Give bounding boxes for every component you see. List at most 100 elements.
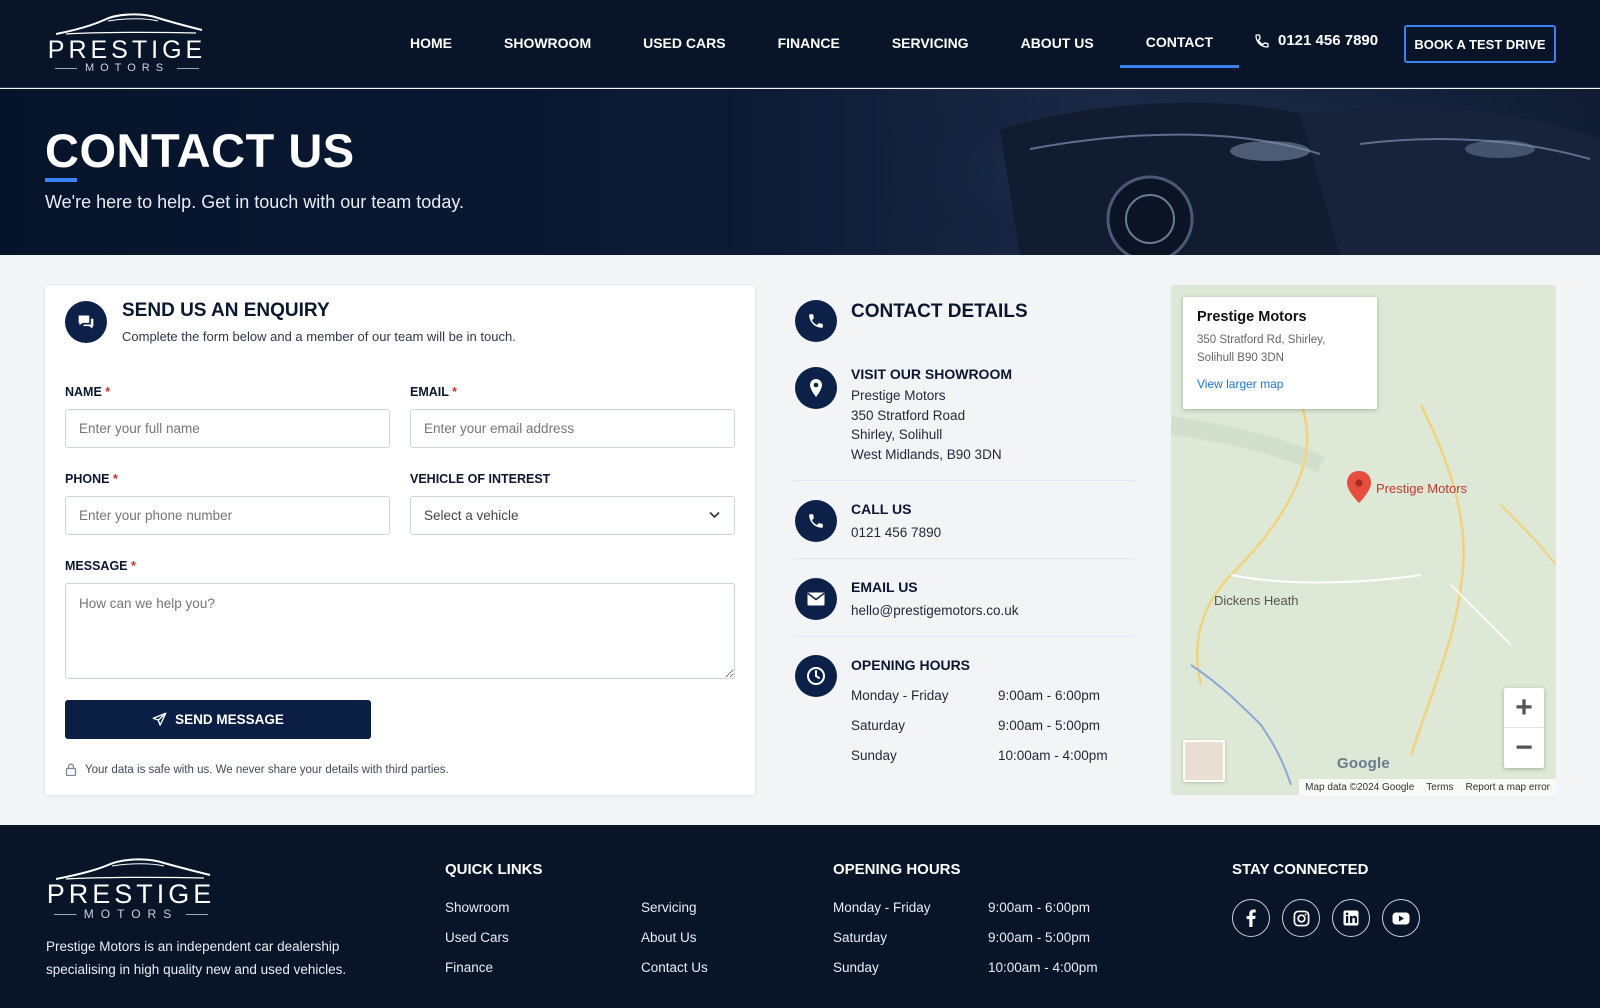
vehicle-select[interactable]: Select a vehicle (410, 496, 735, 535)
hours-row: Monday - Friday 9:00am - 6:00pm (851, 688, 1101, 703)
page-title: CONTACT US (45, 124, 355, 177)
footer-hours-day: Sunday (833, 960, 879, 975)
details-divider (793, 636, 1135, 637)
phone-icon (795, 500, 837, 542)
message-label: MESSAGE * (65, 559, 136, 573)
email-title: EMAIL US (851, 579, 918, 595)
footer-hours-time: 10:00am - 4:00pm (988, 960, 1098, 975)
map-info-title: Prestige Motors (1197, 309, 1307, 325)
footer-hours-time: 9:00am - 5:00pm (988, 930, 1091, 945)
contact-details: CONTACT DETAILS VISIT OUR SHOWROOM Prest… (793, 285, 1135, 795)
hours-row: Saturday 9:00am - 5:00pm (851, 718, 1101, 733)
hours-title: OPENING HOURS (851, 657, 971, 673)
enquiry-form-card: SEND US AN ENQUIRY Complete the form bel… (45, 285, 755, 795)
send-message-label: SEND MESSAGE (175, 712, 284, 727)
email-address[interactable]: hello@prestigemotors.co.uk (851, 601, 1019, 621)
location-pin-icon (795, 367, 837, 409)
site-logo[interactable]: PRESTIGE MOTORS (46, 10, 216, 76)
details-title: CONTACT DETAILS (851, 301, 1028, 322)
footer-logo[interactable]: PRESTIGE MOTORS (46, 855, 216, 921)
hero-car-image (880, 89, 1600, 255)
instagram-icon[interactable] (1282, 899, 1320, 937)
map-report-link[interactable]: Report a map error (1466, 782, 1550, 793)
footer-logo-wordmark: PRESTIGE (46, 879, 216, 909)
facebook-icon[interactable] (1232, 899, 1270, 937)
title-underline (45, 178, 77, 182)
map-attribution: Map data ©2024 Google Terms Report a map… (1299, 779, 1556, 795)
car-silhouette-icon (55, 13, 203, 35)
call-title: CALL US (851, 501, 912, 517)
header-phone-number: 0121 456 7890 (1278, 32, 1379, 49)
message-textarea[interactable] (65, 583, 735, 679)
nav-showroom[interactable]: SHOWROOM (478, 0, 617, 68)
lock-icon (65, 763, 77, 776)
chevron-down-icon (709, 511, 720, 519)
nav-home[interactable]: HOME (384, 0, 478, 68)
google-logo: Google (1337, 755, 1390, 772)
location-map[interactable]: Prestige Motors Dickens Heath Prestige M… (1171, 285, 1556, 795)
footer-link-about-us[interactable]: About Us (641, 930, 697, 945)
hero-banner: CONTACT US We're here to help. Get in to… (0, 89, 1600, 255)
email-label: EMAIL * (410, 385, 458, 399)
vehicle-select-value: Select a vehicle (424, 508, 519, 523)
map-zoom-controls: + − (1504, 688, 1544, 768)
footer-logo-subtitle: MOTORS (46, 907, 216, 921)
view-larger-map-link[interactable]: View larger map (1197, 377, 1363, 391)
phone-input[interactable] (65, 496, 390, 535)
chat-icon (65, 301, 107, 343)
phone-icon (795, 300, 837, 342)
send-message-button[interactable]: SEND MESSAGE (65, 700, 371, 739)
youtube-icon[interactable] (1382, 899, 1420, 937)
email-input[interactable] (410, 409, 735, 448)
site-header: PRESTIGE MOTORS HOME SHOWROOM USED CARS … (0, 0, 1600, 88)
nav-finance[interactable]: FINANCE (752, 0, 866, 68)
logo-subtitle: MOTORS (46, 62, 208, 74)
privacy-note: Your data is safe with us. We never shar… (65, 763, 449, 776)
nav-used-cars[interactable]: USED CARS (617, 0, 751, 68)
main-nav: HOME SHOWROOM USED CARS FINANCE SERVICIN… (384, 0, 1240, 88)
footer-link-servicing[interactable]: Servicing (641, 900, 697, 915)
nav-contact[interactable]: CONTACT (1119, 0, 1240, 68)
header-phone[interactable]: 0121 456 7890 (1254, 32, 1378, 49)
details-divider (793, 480, 1135, 481)
book-test-drive-button[interactable]: BOOK A TEST DRIVE (1404, 25, 1556, 63)
nav-servicing[interactable]: SERVICING (866, 0, 995, 68)
footer-description: Prestige Motors is an independent car de… (46, 939, 347, 977)
nav-about-us[interactable]: ABOUT US (995, 0, 1120, 68)
footer-link-contact-us[interactable]: Contact Us (641, 960, 708, 975)
showroom-address: Prestige Motors 350 Stratford Road Shirl… (851, 388, 1002, 462)
map-info-address: 350 Stratford Rd, Shirley, Solihull B90 … (1197, 334, 1326, 364)
map-type-toggle[interactable] (1183, 740, 1225, 782)
map-info-card: Prestige Motors 350 Stratford Rd, Shirle… (1183, 297, 1377, 409)
linkedin-icon[interactable] (1332, 899, 1370, 937)
zoom-out-button[interactable]: − (1504, 728, 1544, 768)
quick-links-title: QUICK LINKS (445, 861, 543, 878)
zoom-in-button[interactable]: + (1504, 688, 1544, 728)
name-label: NAME * (65, 385, 111, 399)
call-number[interactable]: 0121 456 7890 (851, 523, 941, 543)
vehicle-label: VEHICLE OF INTEREST (410, 472, 551, 486)
footer-hours-time: 9:00am - 6:00pm (988, 900, 1091, 915)
showroom-title: VISIT OUR SHOWROOM (851, 366, 1012, 382)
map-pin-label: Prestige Motors (1376, 481, 1468, 496)
logo-wordmark: PRESTIGE (47, 36, 207, 64)
name-input[interactable] (65, 409, 390, 448)
footer-hours-day: Saturday (833, 930, 888, 945)
map-place-label: Dickens Heath (1214, 593, 1299, 608)
clock-icon (795, 655, 837, 697)
footer-link-showroom[interactable]: Showroom (445, 900, 510, 915)
send-icon (152, 712, 167, 726)
envelope-icon (795, 578, 837, 620)
phone-icon (1255, 33, 1269, 48)
privacy-text: Your data is safe with us. We never shar… (85, 763, 449, 776)
footer-link-finance[interactable]: Finance (445, 960, 493, 975)
stay-connected-title: STAY CONNECTED (1232, 861, 1369, 878)
footer-hours-title: OPENING HOURS (833, 861, 961, 878)
hours-row: Sunday 10:00am - 4:00pm (851, 748, 1108, 763)
map-terms-link[interactable]: Terms (1426, 782, 1453, 793)
site-footer: PRESTIGE MOTORS Prestige Motors is an in… (0, 825, 1600, 1008)
map-data-text: Map data ©2024 Google (1305, 781, 1415, 793)
phone-label: PHONE * (65, 472, 118, 486)
page-subtitle: We're here to help. Get in touch with ou… (45, 192, 464, 212)
footer-link-used-cars[interactable]: Used Cars (445, 930, 509, 945)
